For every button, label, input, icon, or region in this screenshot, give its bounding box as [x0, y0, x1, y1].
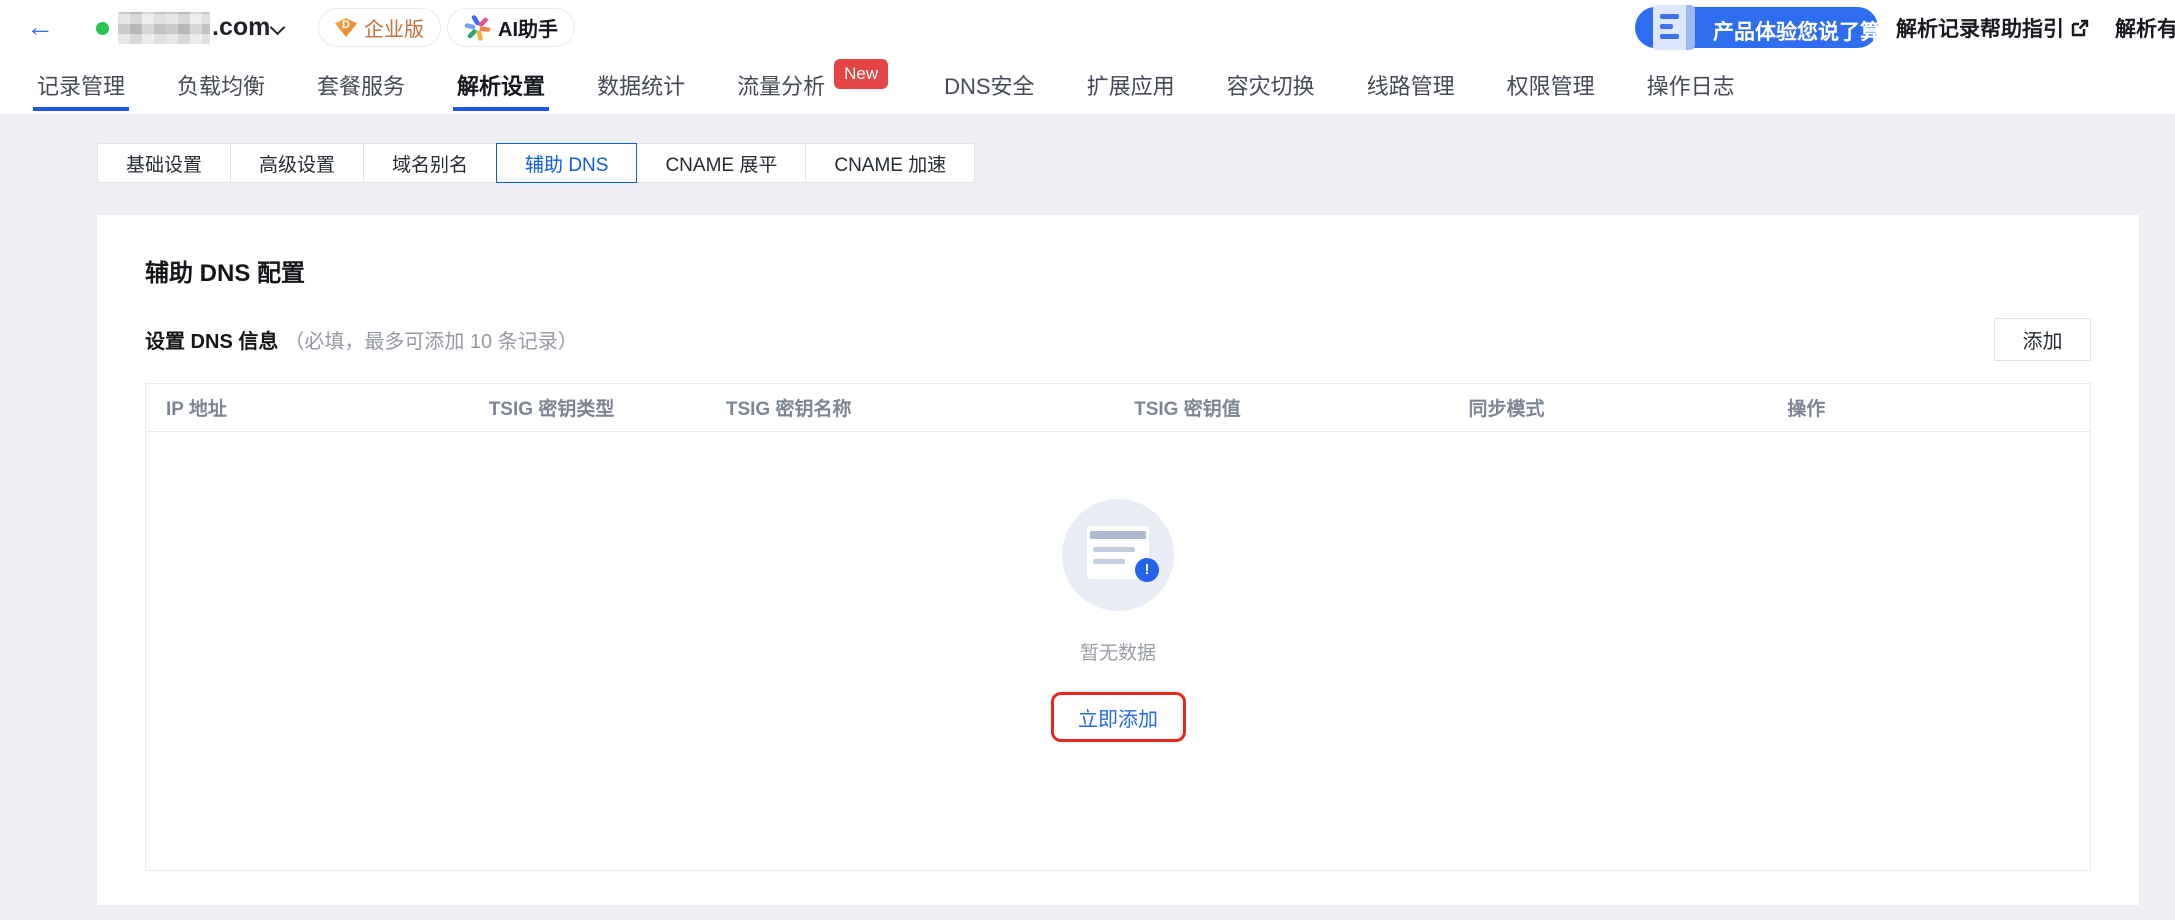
- ai-assistant-label: AI助手: [498, 19, 558, 41]
- help-guide-label: 解析记录帮助指引: [1896, 18, 2064, 41]
- dns-info-label: 设置 DNS 信息: [145, 331, 279, 353]
- column-tsig-key-type: TSIG 密钥类型: [488, 399, 615, 420]
- subtab-cname-flattening[interactable]: CNAME 展平: [636, 143, 807, 183]
- column-actions: 操作: [1787, 399, 1826, 420]
- dns-records-table: IP 地址 TSIG 密钥类型 TSIG 密钥名称 TSIG 密钥值 同步模式 …: [145, 383, 2091, 871]
- pinwheel-icon: [464, 15, 491, 41]
- add-button[interactable]: 添加: [1994, 318, 2091, 361]
- gem-icon: D: [335, 18, 357, 37]
- nav-tab-extensions[interactable]: 扩展应用: [1085, 56, 1177, 114]
- settings-subtabs: 基础设置 高级设置 域名别名 辅助 DNS CNAME 展平 CNAME 加速: [97, 143, 976, 183]
- dns-info-hint: （必填，最多可添加 10 条记录）: [284, 331, 578, 353]
- column-tsig-key-name: TSIG 密钥名称: [725, 399, 852, 420]
- nav-tab-line-management[interactable]: 线路管理: [1365, 56, 1457, 114]
- nav-tab-dns-security[interactable]: DNS安全: [942, 56, 1036, 114]
- table-header-row: IP 地址 TSIG 密钥类型 TSIG 密钥名称 TSIG 密钥值 同步模式 …: [146, 384, 2090, 432]
- add-now-button-highlighted[interactable]: 立即添加: [1050, 692, 1186, 742]
- add-now-label: 立即添加: [1078, 708, 1158, 731]
- content-area: 基础设置 高级设置 域名别名 辅助 DNS CNAME 展平 CNAME 加速 …: [0, 115, 2175, 920]
- issue-link[interactable]: 解析有问题?: [2115, 13, 2175, 43]
- topbar-links: 解析记录帮助指引 解析有问题?: [1896, 13, 2175, 43]
- column-sync-mode: 同步模式: [1468, 399, 1545, 420]
- empty-data-icon: !: [1062, 499, 1174, 611]
- subtab-cname-acceleration[interactable]: CNAME 加速: [805, 143, 976, 183]
- nav-tab-plans[interactable]: 套餐服务: [315, 56, 407, 114]
- secondary-dns-panel: 辅助 DNS 配置 设置 DNS 信息 （必填，最多可添加 10 条记录） 添加…: [97, 215, 2139, 905]
- enterprise-badge-label: 企业版: [364, 19, 424, 41]
- subtab-domain-alias[interactable]: 域名别名: [363, 143, 498, 183]
- column-ip-address: IP 地址: [166, 399, 227, 420]
- subtab-secondary-dns[interactable]: 辅助 DNS: [496, 143, 638, 183]
- page-title: 辅助 DNS 配置: [145, 260, 306, 287]
- scroll-icon: [1649, 3, 1697, 52]
- empty-state-text: 暂无数据: [1079, 643, 1156, 664]
- ai-assistant-button[interactable]: AI助手: [447, 8, 575, 47]
- issue-link-label: 解析有问题?: [2115, 18, 2175, 41]
- nav-tab-resolution-settings[interactable]: 解析设置: [453, 56, 550, 114]
- enterprise-badge[interactable]: D 企业版: [318, 8, 441, 47]
- domain-suffix[interactable]: .com: [212, 13, 270, 42]
- nav-tab-records[interactable]: 记录管理: [32, 56, 130, 114]
- nav-tab-traffic-analysis-label: 流量分析: [737, 74, 826, 99]
- back-arrow-icon[interactable]: ←: [26, 12, 54, 42]
- alert-badge-icon: !: [1135, 558, 1159, 582]
- chevron-down-icon[interactable]: [269, 19, 286, 36]
- subtab-basic-settings[interactable]: 基础设置: [97, 143, 232, 183]
- feedback-button[interactable]: 产品体验您说了算: [1635, 5, 1881, 50]
- nav-tab-operation-logs[interactable]: 操作日志: [1645, 56, 1737, 114]
- feedback-button-label: 产品体验您说了算: [1713, 21, 1881, 44]
- empty-state: ! 暂无数据 立即添加: [146, 432, 2090, 871]
- domain-status-dot: [96, 22, 109, 35]
- nav-tab-disaster-recovery[interactable]: 容灾切换: [1225, 56, 1317, 114]
- topbar: ← .com D 企业版 AI助手 产品体验您说了算 解析记录帮助指引 解析有: [0, 0, 2175, 56]
- nav-tab-permissions[interactable]: 权限管理: [1505, 56, 1597, 114]
- external-link-icon: [2071, 19, 2089, 36]
- subtab-advanced-settings[interactable]: 高级设置: [230, 143, 365, 183]
- column-tsig-key-value: TSIG 密钥值: [1134, 399, 1241, 420]
- domain-name-redacted[interactable]: [118, 12, 210, 44]
- nav-tab-statistics[interactable]: 数据统计: [595, 56, 687, 114]
- new-badge: New: [834, 59, 889, 89]
- main-nav: 记录管理 负载均衡 套餐服务 解析设置 数据统计 流量分析 New DNS安全 …: [0, 56, 2175, 115]
- help-guide-link[interactable]: 解析记录帮助指引: [1896, 13, 2089, 43]
- nav-tab-load-balancing[interactable]: 负载均衡: [175, 56, 267, 114]
- dns-info-section-header: 设置 DNS 信息 （必填，最多可添加 10 条记录） 添加: [145, 318, 2091, 361]
- nav-tab-traffic-analysis[interactable]: 流量分析 New: [735, 56, 894, 114]
